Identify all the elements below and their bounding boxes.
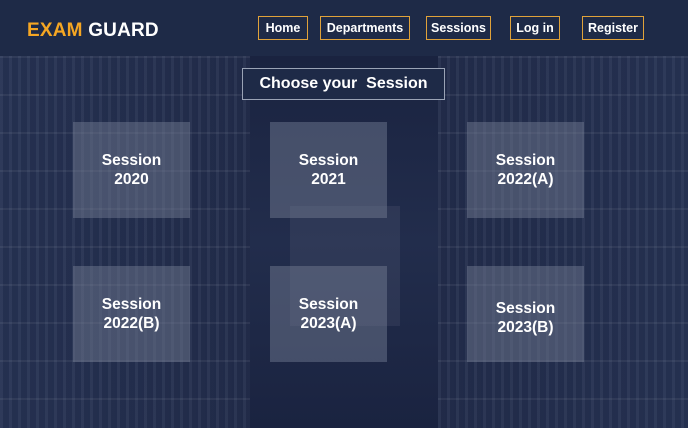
session-card-year: 2021 (311, 171, 346, 188)
session-card-year: 2023(A) (300, 315, 357, 332)
session-card-year: 2022(A) (497, 171, 554, 188)
session-card-2022a[interactable]: Session 2022(A) (467, 122, 584, 218)
library-background (0, 56, 688, 428)
session-card-label: Session (298, 296, 359, 313)
nav-sessions-button[interactable]: Sessions (426, 16, 491, 40)
main-nav: Home Departments Sessions Log in Registe… (0, 16, 688, 40)
session-card-label: Session (101, 296, 162, 313)
session-card-year: 2022(B) (103, 315, 160, 332)
nav-home-button[interactable]: Home (258, 16, 308, 40)
session-card-2020[interactable]: Session 2020 (73, 122, 190, 218)
session-card-year: 2023(B) (497, 319, 554, 336)
session-card-label: Session (495, 300, 556, 317)
bookshelf-right (438, 56, 688, 428)
bookshelf-left (0, 56, 250, 428)
session-card-2022b[interactable]: Session 2022(B) (73, 266, 190, 362)
session-card-2023b[interactable]: Session 2023(B) (467, 266, 584, 362)
nav-register-button[interactable]: Register (582, 16, 644, 40)
session-card-2021[interactable]: Session 2021 (270, 122, 387, 218)
page-title: Choose your Session (242, 68, 445, 100)
session-card-label: Session (298, 152, 359, 169)
nav-departments-button[interactable]: Departments (320, 16, 410, 40)
nav-login-button[interactable]: Log in (510, 16, 560, 40)
session-card-year: 2020 (114, 171, 149, 188)
session-card-label: Session (495, 152, 556, 169)
session-card-2023a[interactable]: Session 2023(A) (270, 266, 387, 362)
top-header: EXAM GUARD Home Departments Sessions Log… (0, 0, 688, 56)
session-card-label: Session (101, 152, 162, 169)
